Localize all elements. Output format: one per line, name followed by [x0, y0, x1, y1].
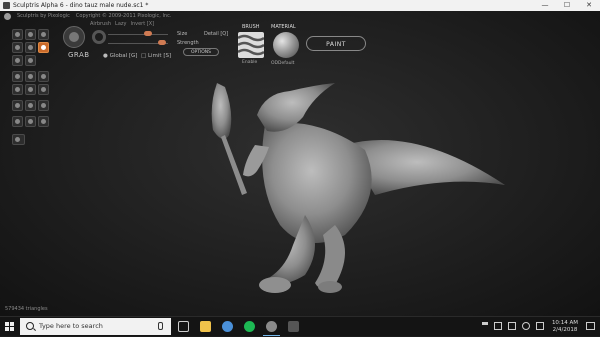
sculptris-taskbar-icon[interactable] — [266, 321, 277, 332]
draw-tool-icon[interactable] — [12, 29, 23, 40]
paint-button[interactable]: PAINT — [306, 36, 366, 51]
grab-tool-icon[interactable] — [38, 42, 49, 53]
new-sphere-icon[interactable] — [12, 100, 23, 111]
save-file-icon[interactable] — [12, 116, 23, 127]
dinosaur-model[interactable] — [195, 75, 515, 305]
app-taskbar-icon[interactable] — [288, 321, 299, 332]
tray-overflow-icon[interactable] — [482, 322, 488, 330]
volume-icon[interactable] — [522, 322, 530, 330]
network-icon[interactable] — [494, 322, 502, 330]
clock[interactable]: 10:14 AM 2/4/2018 — [550, 320, 580, 333]
close-button[interactable]: ✕ — [578, 0, 600, 11]
rotate-tool-icon[interactable] — [38, 29, 49, 40]
spotify-icon[interactable] — [244, 321, 255, 332]
export-icon[interactable] — [38, 116, 49, 127]
clock-date: 2/4/2018 — [552, 326, 578, 333]
global-toggle[interactable]: ● Global [G] — [103, 53, 137, 59]
window-title: Sculptris Alpha 6 - dino tauz male nude.… — [13, 2, 149, 9]
club-shape — [211, 83, 232, 139]
material-name: ODDefault — [271, 61, 295, 66]
mask-tool-icon[interactable] — [38, 71, 49, 82]
product-name: Sculptris by Pixologic — [17, 13, 70, 19]
crease-tool-icon[interactable] — [25, 29, 36, 40]
window-titlebar: Sculptris Alpha 6 - dino tauz male nude.… — [0, 0, 600, 11]
import-icon[interactable] — [25, 116, 36, 127]
detail-toggle[interactable]: Detail [Q] — [204, 31, 228, 37]
airbrush-toggle[interactable]: Airbrush — [90, 21, 111, 27]
symmetry-tool-icon[interactable] — [12, 84, 23, 95]
window-controls: — ☐ ✕ — [534, 0, 600, 11]
flatten-tool-icon[interactable] — [12, 42, 23, 53]
taskbar-search-input[interactable]: Type here to search — [20, 318, 171, 335]
smooth-tool-icon[interactable] — [12, 71, 23, 82]
size-slider-knob[interactable] — [144, 31, 152, 36]
maximize-button[interactable]: ☐ — [556, 0, 578, 11]
new-plane-icon[interactable] — [25, 100, 36, 111]
material-preview[interactable] — [273, 32, 299, 58]
brush-enable-toggle[interactable]: Enable — [242, 60, 257, 65]
scale-tool-icon[interactable] — [25, 42, 36, 53]
invert-toggle[interactable]: Invert [X] — [130, 21, 154, 27]
minimize-button[interactable]: — — [534, 0, 556, 11]
task-view-icon[interactable] — [178, 321, 189, 332]
search-placeholder: Type here to search — [39, 322, 103, 330]
current-tool-label: GRAB — [68, 51, 90, 59]
open-file-icon[interactable] — [38, 100, 49, 111]
pinch-tool-icon[interactable] — [25, 55, 36, 66]
subdivide-tool-icon[interactable] — [25, 84, 36, 95]
windows-start-icon[interactable] — [0, 317, 20, 337]
lazy-toggle[interactable]: Lazy — [115, 21, 126, 27]
brush-texture-thumbnail[interactable] — [238, 32, 264, 58]
search-icon — [26, 322, 34, 330]
windows-taskbar: Type here to search 10:14 AM 2/4/2018 — [0, 316, 600, 336]
limit-toggle[interactable]: □ Limit [S] — [141, 53, 171, 59]
inflate-tool-icon[interactable] — [12, 55, 23, 66]
brush-label: BRUSH — [242, 24, 260, 30]
clock-time: 10:14 AM — [551, 320, 579, 326]
size-label: Size — [177, 31, 188, 37]
options-button[interactable]: OPTIONS — [183, 48, 219, 56]
body-shape — [262, 122, 372, 243]
pixologic-logo-icon — [4, 12, 11, 20]
triangle-count: 579434 triangles — [5, 306, 48, 312]
brush-size-ring-icon — [92, 30, 106, 44]
airbrush-options: Airbrush Lazy Invert [X] — [90, 21, 154, 27]
strength-label: Strength — [177, 40, 199, 46]
global-label: Global [G] — [109, 53, 138, 59]
settings-icon[interactable] — [12, 134, 25, 145]
club-handle-shape — [221, 135, 247, 195]
battery-icon[interactable] — [508, 322, 516, 330]
app-icon — [3, 2, 10, 9]
limit-label: Limit [S] — [147, 53, 172, 59]
notification-icon[interactable] — [586, 322, 595, 330]
app-header: Sculptris by Pixologic Copyright © 2009-… — [4, 12, 171, 20]
chrome-icon[interactable] — [222, 321, 233, 332]
material-label: MATERIAL — [271, 24, 296, 30]
file-explorer-icon[interactable] — [200, 321, 211, 332]
copyright-text: Copyright © 2009-2011 Pixologic, Inc. — [75, 13, 172, 19]
reduce-selected-tool-icon[interactable] — [38, 84, 49, 95]
grab-tool-preview-icon — [63, 26, 85, 48]
foot-left-shape — [259, 277, 291, 293]
language-icon[interactable] — [536, 322, 544, 330]
microphone-icon[interactable] — [158, 322, 163, 330]
reduce-tool-icon[interactable] — [25, 71, 36, 82]
strength-slider-knob[interactable] — [158, 40, 166, 45]
foot-right-shape — [318, 281, 342, 293]
